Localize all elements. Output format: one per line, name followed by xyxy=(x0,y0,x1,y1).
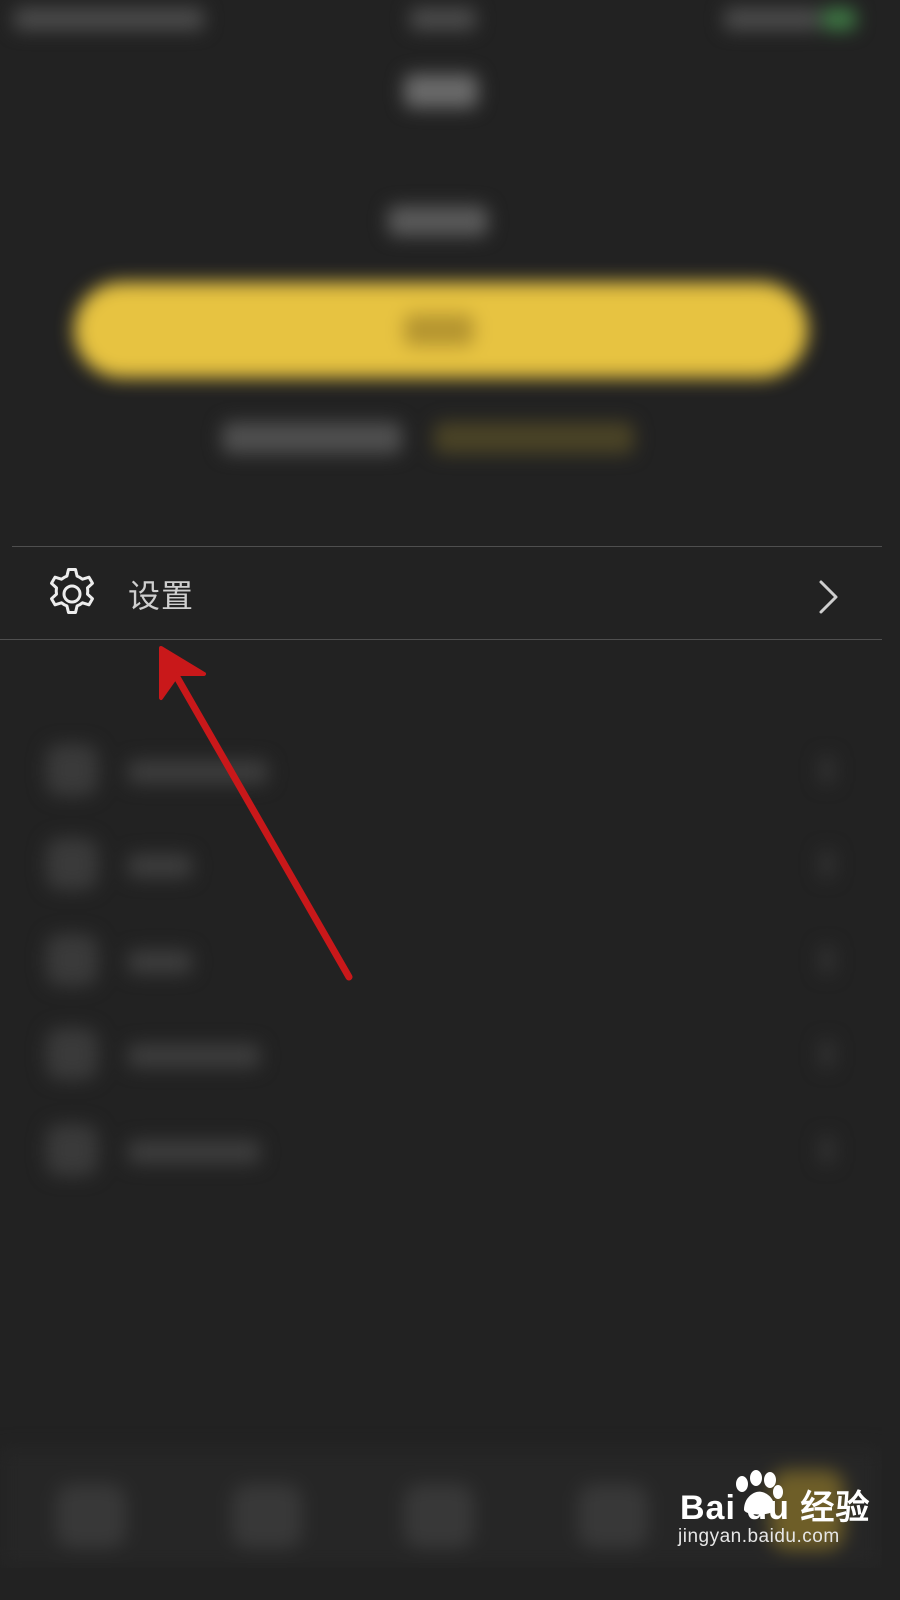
tab-icon[interactable] xyxy=(56,1484,126,1548)
chevron-right-icon xyxy=(819,580,838,614)
nav-title xyxy=(404,74,478,108)
secondary-link-left[interactable] xyxy=(222,422,402,454)
watermark-logo-text: Bai du 经验 xyxy=(680,1489,871,1527)
chevron-right-icon xyxy=(820,1136,834,1164)
status-indicators xyxy=(724,8,820,30)
status-carrier xyxy=(14,8,204,30)
divider xyxy=(0,639,882,640)
watermark: Bai du 经验 jingyan.baidu.com xyxy=(672,1470,872,1560)
tab-icon[interactable] xyxy=(232,1484,302,1548)
menu-item-label xyxy=(128,1044,260,1068)
tab-icon[interactable] xyxy=(404,1484,474,1548)
menu-item-icon xyxy=(46,838,98,890)
menu-item-label xyxy=(128,760,268,784)
menu-item-icon xyxy=(46,1028,98,1080)
menu-item-label xyxy=(128,1140,260,1164)
menu-item-icon xyxy=(46,1124,98,1176)
menu-item-label xyxy=(128,950,192,974)
profile-name xyxy=(388,206,488,236)
battery-icon xyxy=(822,8,856,30)
chevron-right-icon xyxy=(820,1040,834,1068)
status-bar xyxy=(0,0,882,44)
menu-item-label xyxy=(128,854,192,878)
watermark-url: jingyan.baidu.com xyxy=(678,1526,840,1547)
login-button-label xyxy=(404,314,474,346)
screen: 设置 Bai du 经验 jingyan.baidu.com xyxy=(0,0,882,1568)
menu-item-icon xyxy=(46,934,98,986)
tab-icon[interactable] xyxy=(578,1484,648,1548)
menu-item-icon xyxy=(46,744,98,796)
chevron-right-icon xyxy=(820,756,834,784)
gear-icon xyxy=(50,568,94,614)
chevron-right-icon xyxy=(820,946,834,974)
settings-label: 设置 xyxy=(128,577,195,615)
chevron-right-icon xyxy=(820,850,834,878)
secondary-link-right[interactable] xyxy=(434,422,634,454)
status-time xyxy=(410,8,476,30)
